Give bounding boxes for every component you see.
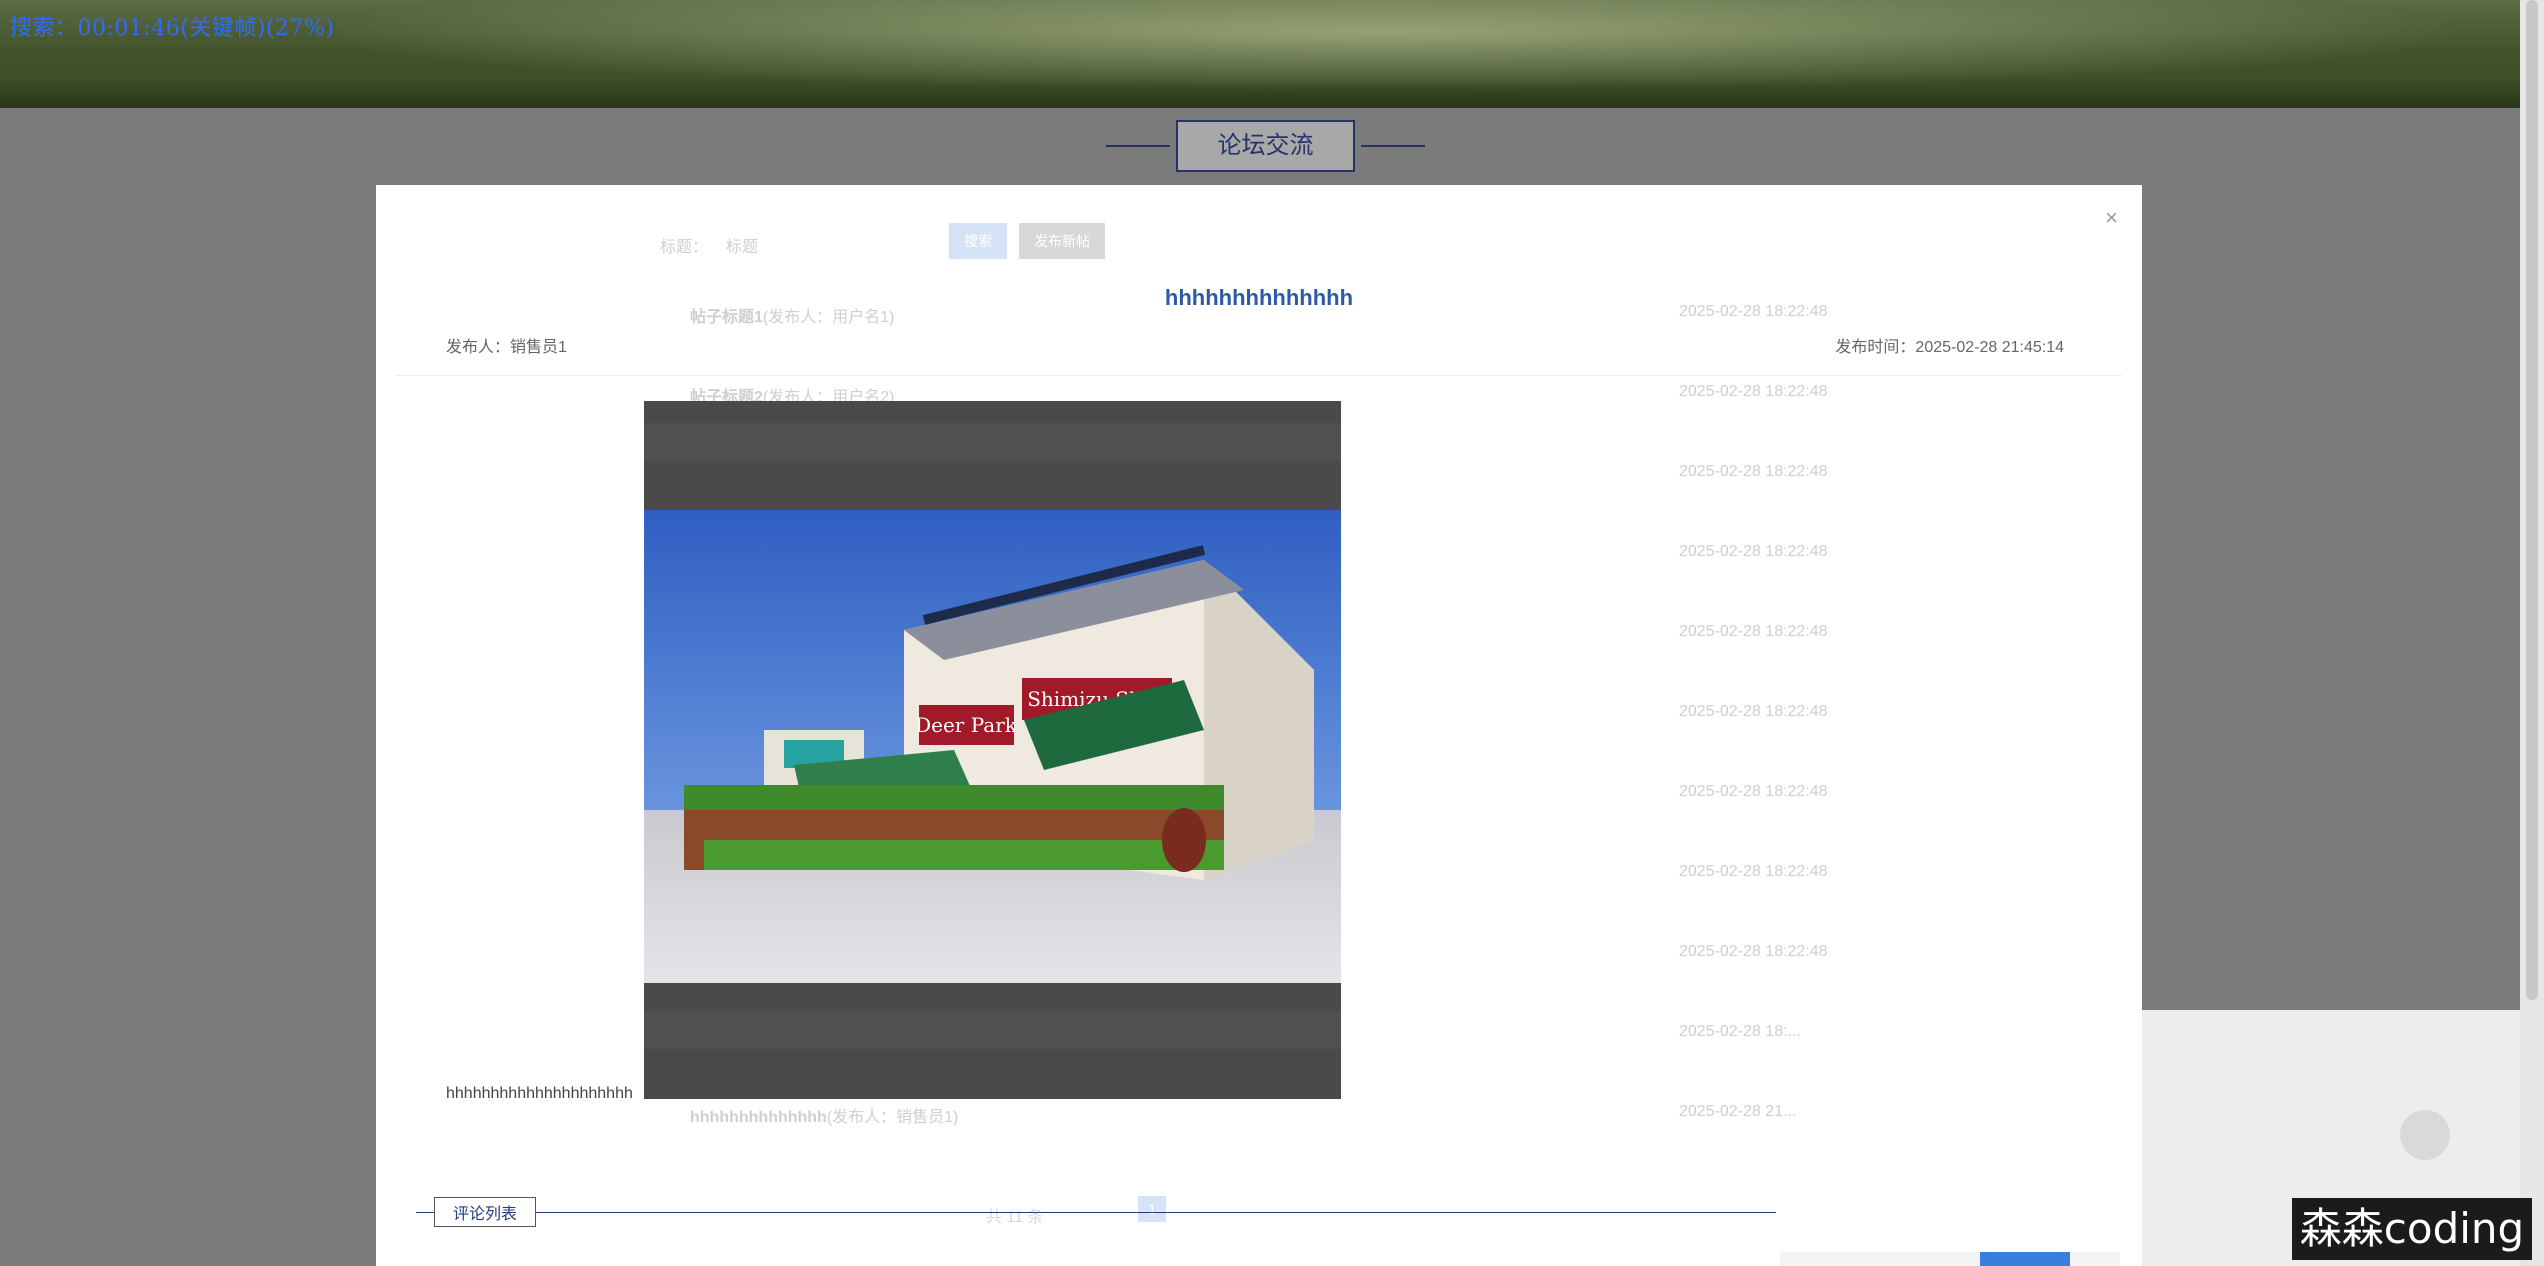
heading-line-right [1361,145,1425,147]
post-publish-time: 发布时间：2025-02-28 21:45:14 [1835,339,2064,356]
sign-deer-park: Deer Park [915,713,1018,737]
list-item-author: (发布人：销售员1) [826,1109,959,1126]
new-post-button[interactable]: 发布新帖 [1019,223,1105,259]
list-item-time: 2025-02-28 18:22:48 [1679,463,1828,480]
post-title: hhhhhhhhhhhhhh [1164,285,1354,310]
comments-line-left [416,1211,434,1213]
section-heading: 论坛交流 [1106,120,1425,172]
list-item-title: 帖子标题1 [690,309,763,326]
post-publisher: 发布人：销售员1 [446,339,567,356]
chat-avatar-icon[interactable] [2400,1110,2450,1160]
search-status-overlay: 搜索：00:01:46(关键帧)(27%) [10,16,335,41]
divider [396,375,2122,376]
post-detail-modal: × 标题： 标题 搜索 发布新帖 帖子标题1(发布人：用户名1) 2025-02-… [376,185,2142,1266]
list-item-time: 2025-02-28 18:22:48 [1679,863,1828,880]
list-item[interactable]: hhhhhhhhhhhhhh(发布人：销售员1) [690,1103,958,1127]
list-item-time: 2025-02-28 18:22:48 [1679,383,1828,400]
list-item-time: 2025-02-28 18:22:48 [1679,943,1828,960]
comments-header: 评论列表 [416,1197,1777,1227]
image-band [644,1011,1341,1049]
chat-input-bar[interactable] [1780,1252,2120,1266]
watermark: 森森coding [2292,1198,2532,1260]
comments-line-right [536,1211,1777,1213]
post-image: Deer Park Shimizu Shop [644,401,1341,1099]
post-content: hhhhhhhhhhhhhhhhhhhhh [446,1085,633,1102]
list-item-time: 2025-02-28 18:22:48 [1679,543,1828,560]
storefront-image: Deer Park Shimizu Shop [644,510,1341,983]
search-input[interactable]: 标题 [726,233,758,257]
section-title: 论坛交流 [1176,120,1355,172]
list-item-time: 2025-02-28 18:22:48 [1679,783,1828,800]
scrollbar-thumb[interactable] [2526,0,2538,1000]
list-item-title: hhhhhhhhhhhhhh [690,1109,827,1126]
list-item-time: 2025-02-28 21... [1679,1103,1797,1120]
list-item-time: 2025-02-28 18:22:48 [1679,703,1828,720]
list-item-time: 2025-02-28 18:... [1679,1023,1801,1040]
close-icon[interactable]: × [2105,205,2118,231]
list-item-time: 2025-02-28 18:22:48 [1679,623,1828,640]
image-band [644,423,1341,461]
heading-line-left [1106,145,1170,147]
search-label: 标题： [660,239,709,256]
list-item-author: (发布人：用户名1) [762,309,895,326]
top-banner: 搜索：00:01:46(关键帧)(27%) [0,0,2520,108]
comments-label: 评论列表 [434,1197,537,1227]
chat-send-button[interactable] [1980,1252,2070,1266]
search-button[interactable]: 搜索 [949,223,1007,259]
page-scrollbar[interactable] [2520,0,2544,1266]
